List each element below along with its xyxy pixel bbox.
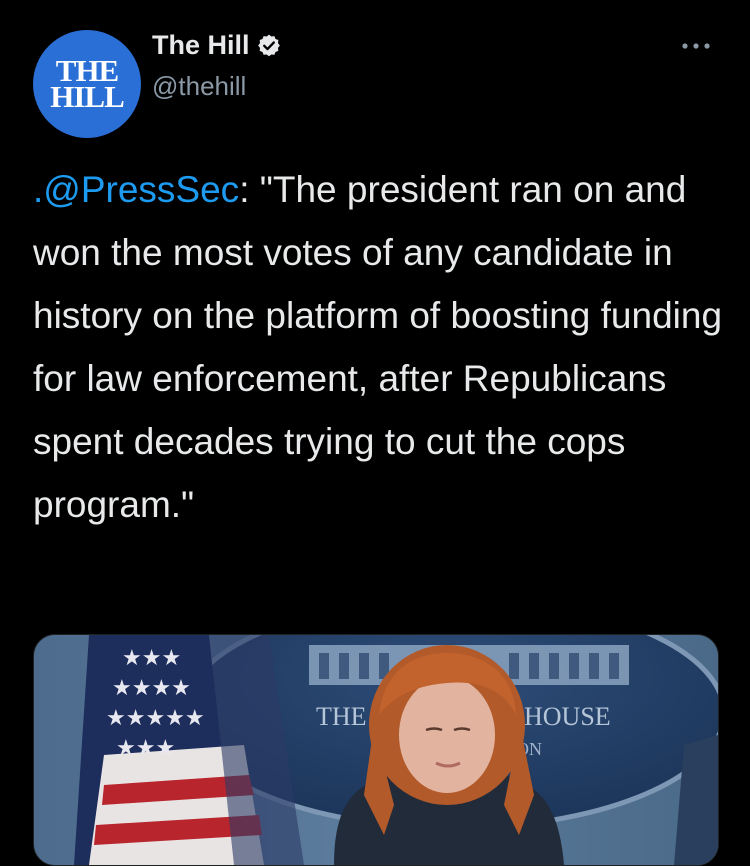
media-thumbnail: THE HOUSE ON ★★★ ★★★★ ★★★★★ ★★★: [34, 635, 718, 865]
svg-text:★★★★★: ★★★★★: [106, 706, 205, 731]
author-avatar[interactable]: THE HILL: [33, 30, 141, 138]
tweet: THE HILL The Hill @thehill .@PressSec: "…: [0, 0, 750, 866]
tweet-media-video[interactable]: THE HOUSE ON ★★★ ★★★★ ★★★★★ ★★★: [33, 634, 719, 866]
verified-badge-icon: [257, 34, 280, 56]
seal-text-left: THE: [316, 702, 367, 731]
tweet-text: .@PressSec: "The president ran on and wo…: [33, 158, 733, 536]
svg-text:★★★★: ★★★★: [112, 676, 191, 701]
american-flag: ★★★ ★★★★ ★★★★★ ★★★: [74, 635, 304, 865]
svg-text:★★★: ★★★: [122, 646, 181, 671]
tweet-mention-link[interactable]: .@PressSec: [33, 169, 239, 210]
author-handle[interactable]: @thehill: [152, 71, 282, 102]
author-display-name[interactable]: The Hill: [152, 30, 250, 61]
author-info: The Hill @thehill: [152, 30, 282, 102]
svg-text:★★★: ★★★: [116, 736, 175, 761]
tweet-text-body: : "The president ran on and won the most…: [33, 169, 723, 525]
seal-text-right: HOUSE: [524, 702, 611, 731]
avatar-text-line2: HILL: [50, 79, 125, 114]
more-options-icon[interactable]: [676, 34, 716, 58]
author-name-row[interactable]: The Hill: [152, 30, 282, 61]
